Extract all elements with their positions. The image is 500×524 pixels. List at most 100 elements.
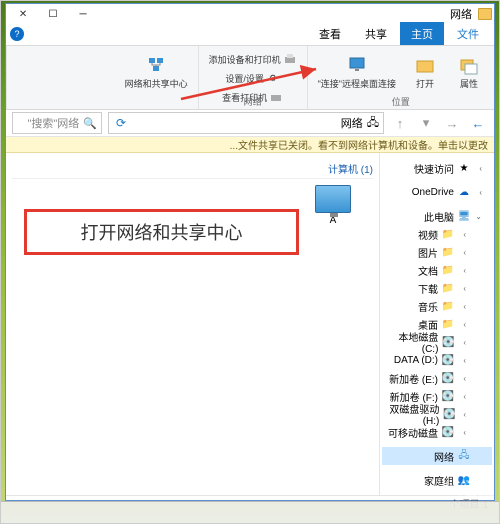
address-input[interactable]: 🖧 网络 ⟳	[108, 112, 384, 134]
usb-icon: 💽	[442, 426, 454, 438]
minimize-button[interactable]: ─	[68, 4, 98, 24]
sidebar-label: 此电脑	[424, 209, 454, 224]
sidebar-item-network[interactable]: 🖧 网络	[382, 447, 492, 465]
drive-icon: 💽	[442, 336, 454, 348]
tab-file[interactable]: 文件	[446, 22, 490, 45]
address-bar: ← → ▾ ↑ 🖧 网络 ⟳ 🔍 搜索"网络"	[6, 110, 494, 137]
sidebar-label: 快速访问	[414, 161, 454, 176]
open-button[interactable]: 打开	[406, 50, 444, 95]
sidebar-item-videos[interactable]: ›📁视频	[382, 225, 492, 243]
sidebar-label: 可移动磁盘	[388, 425, 438, 440]
close-button[interactable]: ✕	[8, 4, 38, 24]
sidebar-item-music[interactable]: ›📁音乐	[382, 297, 492, 315]
ribbon-group-location-label: 位置	[308, 95, 494, 108]
ribbon-group-network-label: 网络	[199, 95, 307, 108]
properties-label: 属性	[460, 77, 478, 90]
sidebar-item-thispc[interactable]: ⌄ 🖥 此电脑	[382, 207, 492, 225]
sidebar-label: DATA (D:)	[394, 355, 438, 366]
notification-bar[interactable]: 文件共享已关闭。看不到网络计算机和设备。单击以更改...	[6, 137, 494, 153]
ribbon: 属性 打开 连接"远程桌面连接" 位置	[6, 46, 494, 110]
main-pane: 计算机 (1) A 打开网络和共享中心	[6, 153, 379, 495]
watermark: Baidu经验	[414, 475, 493, 501]
sidebar-item-data-d[interactable]: ›💽DATA (D:)	[382, 351, 492, 369]
search-placeholder: 搜索"网络"	[27, 115, 79, 131]
tab-main[interactable]: 主页	[400, 22, 444, 45]
star-icon: ★	[458, 162, 470, 174]
help-icon[interactable]: ?	[10, 27, 24, 41]
titlebar: 网络 ─ ☐ ✕	[6, 4, 494, 24]
sidebar-label: 视频	[418, 227, 438, 242]
folder-icon	[478, 8, 492, 20]
sidebar-item-removable[interactable]: ›💽可移动磁盘	[382, 423, 492, 441]
remote-desktop-icon	[347, 55, 367, 75]
add-devices-button[interactable]: 添加设备和打印机	[205, 50, 301, 68]
sidebar-item-local-c[interactable]: ›💽本地磁盘 (C:)	[382, 333, 492, 351]
explorer-window: 网络 ─ ☐ ✕ 文件 主页 共享 查看 ? 属性	[5, 3, 495, 501]
address-path: 网络	[341, 115, 363, 131]
remote-desktop-label: 连接"远程桌面连接"	[318, 77, 396, 90]
taskbar[interactable]	[1, 501, 499, 523]
drive-icon: 💽	[442, 354, 454, 366]
sidebar-item-documents[interactable]: ›📁文档	[382, 261, 492, 279]
sidebar-label: 网络	[434, 449, 454, 464]
downloads-icon: 📁	[442, 282, 454, 294]
pictures-icon: 📁	[442, 246, 454, 258]
properties-icon	[459, 55, 479, 75]
videos-icon: 📁	[442, 228, 454, 240]
recent-dropdown[interactable]: ▾	[416, 113, 436, 133]
sidebar-item-rec-h[interactable]: ›💽双磁盘驱动 (H:)	[382, 405, 492, 423]
remote-desktop-button[interactable]: 连接"远程桌面连接"	[314, 50, 400, 95]
printer-icon	[283, 52, 297, 66]
ribbon-tabs: 文件 主页 共享 查看 ?	[6, 24, 494, 46]
settings-label: 设置/设置	[225, 72, 264, 85]
up-button[interactable]: ↑	[390, 113, 410, 133]
open-label: 打开	[416, 77, 434, 90]
tab-view[interactable]: 查看	[308, 22, 352, 45]
documents-icon: 📁	[442, 264, 454, 276]
callout-text: 打开网络和共享中心	[81, 219, 243, 245]
forward-button[interactable]: →	[442, 113, 462, 133]
network-sharing-center-label: 网络和共享中心	[125, 77, 188, 90]
pc-icon: 🖥	[458, 210, 470, 222]
network-glyph-icon: 🖧	[367, 114, 379, 133]
drive-icon: 💽	[442, 372, 454, 384]
sidebar-label: 音乐	[418, 299, 438, 314]
sidebar-item-quick-access[interactable]: ›★快速访问	[382, 159, 492, 177]
sidebar-label: 图片	[418, 245, 438, 260]
navigation-pane: ›★快速访问 ›☁OneDrive ⌄🖥此电脑 ›📁视频 ›📁图片 ›📁文档 ›…	[379, 153, 494, 495]
sidebar-item-new-e[interactable]: ›💽新加卷 (E:)	[382, 369, 492, 387]
properties-button[interactable]: 属性	[450, 50, 488, 95]
network-icon: 🖧	[458, 450, 470, 462]
refresh-button[interactable]: ⟳	[113, 116, 129, 130]
sidebar-label: OneDrive	[412, 187, 454, 198]
drive-icon: 💽	[442, 390, 454, 402]
open-icon	[415, 55, 435, 75]
group-header[interactable]: 计算机 (1)	[12, 159, 373, 179]
network-center-icon	[146, 55, 166, 75]
sidebar-item-downloads[interactable]: ›📁下载	[382, 279, 492, 297]
gear-icon: ⚙	[266, 71, 280, 85]
annotation-callout: 打开网络和共享中心	[24, 209, 299, 255]
back-button[interactable]: ←	[468, 113, 488, 133]
computer-icon	[315, 185, 351, 213]
drive-icon: 💽	[443, 408, 455, 420]
add-devices-label: 添加设备和打印机	[209, 53, 281, 66]
sidebar-label: 本地磁盘 (C:)	[382, 329, 438, 355]
content: ›★快速访问 ›☁OneDrive ⌄🖥此电脑 ›📁视频 ›📁图片 ›📁文档 ›…	[6, 153, 494, 495]
maximize-button[interactable]: ☐	[38, 4, 68, 24]
window-title: 网络	[450, 6, 472, 22]
sidebar-item-pictures[interactable]: ›📁图片	[382, 243, 492, 261]
network-sharing-center-button[interactable]: 网络和共享中心	[121, 50, 192, 95]
sidebar-label: 双磁盘驱动 (H:)	[382, 401, 439, 427]
sidebar-label: 新加卷 (E:)	[389, 371, 438, 386]
desktop-icon: 📁	[442, 318, 454, 330]
search-icon: 🔍	[83, 117, 97, 130]
sidebar-item-onedrive[interactable]: ›☁OneDrive	[382, 183, 492, 201]
settings-button[interactable]: ⚙ 设置/设置	[205, 69, 301, 87]
tab-share[interactable]: 共享	[354, 22, 398, 45]
search-input[interactable]: 🔍 搜索"网络"	[12, 112, 102, 134]
sidebar-label: 文档	[418, 263, 438, 278]
computer-item[interactable]: A	[293, 185, 373, 226]
chevron-down-icon[interactable]: ⌄	[474, 212, 482, 221]
sidebar-label: 下载	[418, 281, 438, 296]
